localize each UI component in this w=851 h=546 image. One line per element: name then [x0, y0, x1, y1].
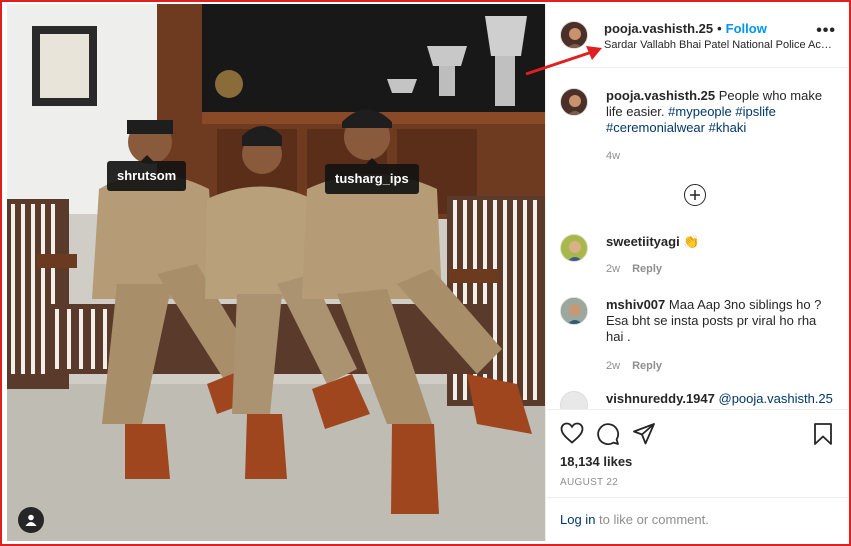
- hashtag-link[interactable]: #ceremonialwear: [606, 120, 705, 135]
- caption-avatar[interactable]: [560, 88, 588, 116]
- commenter-avatar[interactable]: [560, 297, 588, 325]
- hashtag-link[interactable]: #khaki: [709, 120, 747, 135]
- comment-icon[interactable]: [596, 422, 620, 449]
- heart-icon[interactable]: [560, 422, 584, 447]
- reply-button[interactable]: Reply: [632, 360, 662, 372]
- follow-button[interactable]: Follow: [726, 21, 767, 36]
- like-count[interactable]: 18,134 likes: [560, 454, 632, 469]
- post-date: AUGUST 22: [560, 477, 619, 488]
- post-photo[interactable]: shrutsom tusharg_ips: [7, 4, 545, 541]
- commenter-avatar[interactable]: [560, 391, 588, 409]
- author-username[interactable]: pooja.vashisth.25: [604, 21, 713, 36]
- hashtag-link[interactable]: #ipslife: [735, 104, 775, 119]
- comment-username[interactable]: vishnureddy.1947: [606, 391, 715, 406]
- post-sidebar: pooja.vashisth.25 • Follow Sardar Vallabh …: [545, 4, 848, 542]
- commenter-avatar[interactable]: [560, 234, 588, 262]
- reply-button[interactable]: Reply: [632, 263, 662, 275]
- comments-list[interactable]: pooja.vashisth.25 People who make life e…: [546, 69, 848, 409]
- photo-tag-shrutsom[interactable]: shrutsom: [107, 155, 187, 191]
- mention-link[interactable]: @pooja.vashisth.25: [719, 391, 833, 406]
- annotation-arrow: [525, 46, 602, 76]
- caption-username[interactable]: pooja.vashisth.25: [606, 88, 715, 103]
- header-separator: •: [717, 21, 722, 36]
- comment-time: 2w: [606, 263, 621, 275]
- plus-circle-icon[interactable]: [684, 184, 706, 206]
- hashtag-link[interactable]: #mypeople: [668, 104, 732, 119]
- bookmark-icon[interactable]: [812, 422, 834, 449]
- caption-time: 4w: [606, 150, 621, 162]
- login-prompt-text: to like or comment.: [595, 512, 709, 527]
- comment-text: 👏: [683, 234, 700, 249]
- photo-scene: [7, 4, 545, 541]
- photo-tag-tusharg[interactable]: tusharg_ips: [325, 158, 419, 194]
- post-actions: 18,134 likes AUGUST 22: [546, 409, 848, 497]
- post-location[interactable]: Sardar Vallabh Bhai Patel National Polic…: [604, 39, 834, 51]
- comment-username[interactable]: sweetiityagi: [606, 234, 680, 249]
- user-tag-icon[interactable]: [18, 507, 44, 533]
- login-prompt: Log in to like or comment.: [546, 497, 848, 542]
- more-icon[interactable]: •••: [816, 23, 836, 39]
- comment-username[interactable]: mshiv007: [606, 297, 665, 312]
- login-link[interactable]: Log in: [560, 512, 595, 527]
- comment-time: 2w: [606, 360, 621, 372]
- share-icon[interactable]: [632, 422, 656, 449]
